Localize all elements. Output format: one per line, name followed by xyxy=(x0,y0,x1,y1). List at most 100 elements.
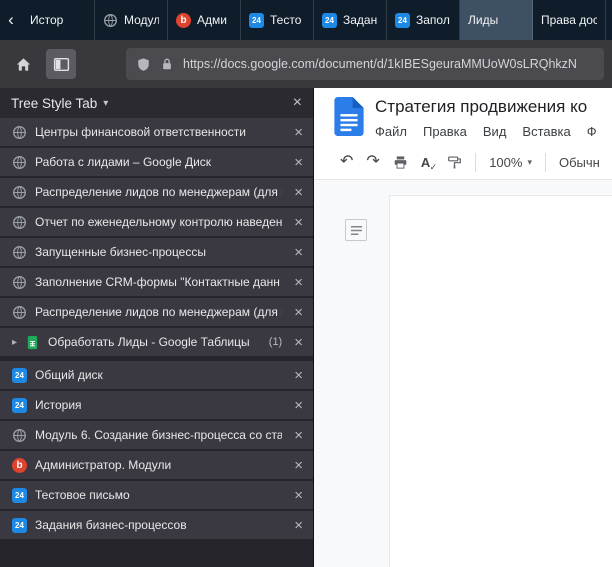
home-icon xyxy=(15,56,32,73)
tab-strip-tabs: Истор Модуль 6.bАдми24Тесто 24 Задан 24Запол… xyxy=(22,0,612,40)
docs-menu-item[interactable]: Файл xyxy=(375,124,407,139)
close-tab-button[interactable]: × xyxy=(294,368,303,383)
document-title[interactable]: Стратегия продвижения ко xyxy=(375,97,597,117)
close-tab-button[interactable]: × xyxy=(294,215,303,230)
navigation-toolbar: https://docs.google.com/document/d/1kIBE… xyxy=(0,40,612,88)
tab-label: Права дос xyxy=(541,13,597,27)
globe-icon xyxy=(12,155,27,170)
chevron-down-icon: ▾ xyxy=(527,157,532,168)
sidebar-toggle-button[interactable] xyxy=(46,49,76,79)
browser-tab[interactable]: 24Тесто xyxy=(241,0,314,40)
close-tab-button[interactable]: × xyxy=(294,305,303,320)
lock-icon xyxy=(160,57,174,71)
browser-tab[interactable]: 24 Задан xyxy=(314,0,387,40)
close-tab-button[interactable]: × xyxy=(294,488,303,503)
redo-button[interactable]: ↷ xyxy=(366,154,379,170)
sidebar-tab-label: Отчет по еженедельному контролю наведен xyxy=(35,215,282,229)
sidebar-tab-label: Распределение лидов по менеджерам (для в xyxy=(35,185,282,199)
sidebar-close-button[interactable]: × xyxy=(293,95,302,111)
bitrix24-icon: 24 xyxy=(322,13,337,28)
browser-window: ‹ ИсторМодуль 6.bАдми24Тесто24Задан24Зап… xyxy=(0,0,612,567)
sidebar-tab[interactable]: Распределение лидов по менеджерам (для в… xyxy=(0,298,313,328)
sidebar-tab[interactable]: Центры финансовой ответственности× xyxy=(0,118,313,148)
close-tab-button[interactable]: × xyxy=(294,398,303,413)
browser-tab[interactable]: Права дос xyxy=(533,0,606,40)
sidebar-tab[interactable]: Запущенные бизнес-процессы× xyxy=(0,238,313,268)
globe-icon xyxy=(12,185,27,200)
sidebar-tab-label: Общий диск xyxy=(35,368,282,382)
bitrix24-icon: 24 xyxy=(12,398,27,413)
browser-tab[interactable]: Лиды xyxy=(460,0,533,40)
zoom-select[interactable]: 100% ▾ xyxy=(489,155,532,170)
print-button[interactable] xyxy=(393,155,408,170)
sidebar-tab[interactable]: Работа с лидами – Google Диск× xyxy=(0,148,313,178)
close-tab-button[interactable]: × xyxy=(294,125,303,140)
close-tab-button[interactable]: × xyxy=(294,245,303,260)
sidebar-tab[interactable]: Заполнение CRM-формы "Контактные данн × xyxy=(0,268,313,298)
close-tab-button[interactable]: × xyxy=(294,155,303,170)
browser-body: Tree Style Tab ▾ × Центры финансовой отв… xyxy=(0,88,612,567)
browser-tab[interactable]: 24Запол xyxy=(387,0,460,40)
sidebar-tab[interactable]: Распределение лидов по менеджерам (для в… xyxy=(0,178,313,208)
paint-format-button[interactable] xyxy=(447,155,462,170)
undo-button[interactable]: ↶ xyxy=(340,154,353,170)
globe-icon xyxy=(12,428,27,443)
bitrix24-icon: 24 xyxy=(12,488,27,503)
sidebar-tab[interactable]: ▸Обработать Лиды - Google Таблицы(1)× xyxy=(0,328,313,358)
sidebar-tab-label: Задания бизнес-процессов xyxy=(35,518,282,532)
sidebar-tab[interactable]: bАдминистратор. Модули× xyxy=(0,451,313,481)
browser-tab[interactable]: Модуль 6. xyxy=(95,0,168,40)
tab-label: Истор xyxy=(30,13,63,27)
docs-menu-item[interactable]: Вставка xyxy=(522,124,570,139)
close-tab-button[interactable]: × xyxy=(294,458,303,473)
spellcheck-button[interactable]: A✓ xyxy=(421,156,430,169)
docs-menu-item[interactable]: Правка xyxy=(423,124,467,139)
sidebar-title-dropdown[interactable]: Tree Style Tab ▾ xyxy=(11,96,108,111)
paint-roller-icon xyxy=(447,155,462,170)
sidebar-title: Tree Style Tab xyxy=(11,96,97,111)
tab-label: Задан xyxy=(343,13,377,27)
tab-label: Запол xyxy=(416,13,450,27)
globe-icon xyxy=(103,13,118,28)
shield-icon xyxy=(136,57,151,72)
expand-tree-icon[interactable]: ▸ xyxy=(12,337,17,348)
paragraph-style-value: Обычн xyxy=(559,155,600,170)
sidebar-tab-label: Распределение лидов по менеджерам (для в xyxy=(35,305,282,319)
sidebar-icon xyxy=(53,56,70,73)
check-icon: ✓ xyxy=(430,163,438,172)
bitrix-icon: b xyxy=(12,458,27,473)
globe-icon xyxy=(12,215,27,230)
scroll-tabs-left-button[interactable]: ‹ xyxy=(0,0,22,40)
bitrix24-icon: 24 xyxy=(12,368,27,383)
sidebar-tab[interactable]: 24 История × xyxy=(0,391,313,421)
close-tab-button[interactable]: × xyxy=(294,335,303,350)
close-tab-button[interactable]: × xyxy=(294,275,303,290)
sidebar-tab-label: История xyxy=(35,398,282,412)
chevron-down-icon: ▾ xyxy=(103,98,108,109)
sidebar-tab[interactable]: Отчет по еженедельному контролю наведен × xyxy=(0,208,313,238)
globe-icon xyxy=(12,125,27,140)
docs-menu-item[interactable]: Ф xyxy=(587,124,597,139)
sidebar-tab[interactable]: 24Задания бизнес-процессов× xyxy=(0,511,313,541)
sidebar-tab[interactable]: Модуль 6. Создание бизнес-процесса со ст… xyxy=(0,421,313,451)
document-outline-button[interactable] xyxy=(345,219,367,241)
url-bar[interactable]: https://docs.google.com/document/d/1kIBE… xyxy=(126,48,604,80)
sidebar-tab[interactable]: 24Тестовое письмо× xyxy=(0,481,313,511)
sidebar-tab-label: Заполнение CRM-формы "Контактные данн xyxy=(35,275,282,289)
docs-header: Стратегия продвижения ко Файл Правка Вид Вс… xyxy=(314,88,612,145)
globe-icon xyxy=(12,305,27,320)
close-tab-button[interactable]: × xyxy=(294,518,303,533)
sidebar-tab-list: Центры финансовой ответственности×Работа… xyxy=(0,118,313,567)
tab-label: Тесто xyxy=(270,13,301,27)
home-button[interactable] xyxy=(8,49,38,79)
browser-tab[interactable]: Истор xyxy=(22,0,95,40)
sidebar-tab[interactable]: 24 Общий диск × xyxy=(0,361,313,391)
docs-menu-item[interactable]: Вид xyxy=(483,124,507,139)
toolbar-separator xyxy=(545,153,546,172)
close-tab-button[interactable]: × xyxy=(294,185,303,200)
close-tab-button[interactable]: × xyxy=(294,428,303,443)
document-page[interactable] xyxy=(389,195,612,567)
tree-style-tab-sidebar: Tree Style Tab ▾ × Центры финансовой отв… xyxy=(0,88,313,567)
paragraph-style-select[interactable]: Обычн xyxy=(559,155,600,170)
browser-tab[interactable]: bАдми xyxy=(168,0,241,40)
